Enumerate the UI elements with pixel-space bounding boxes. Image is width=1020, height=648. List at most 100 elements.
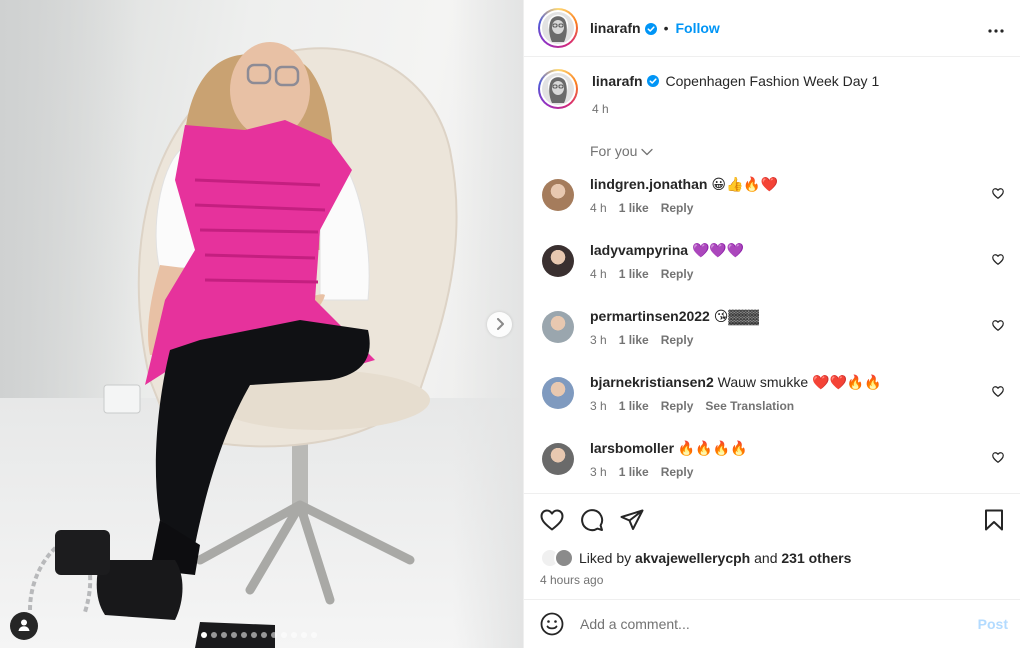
comment-text: 😘▓▓▓ (713, 308, 759, 324)
post-photo[interactable] (0, 0, 523, 648)
caption-avatar[interactable] (538, 69, 578, 109)
see-translation-button[interactable]: See Translation (705, 399, 794, 413)
comment-likes[interactable]: 1 like (619, 333, 649, 347)
caption: linarafn Copenhagen Fashion Week Day 1 4… (538, 69, 1004, 116)
verified-badge-icon (644, 22, 657, 35)
comment-like-heart-icon[interactable] (992, 384, 1004, 400)
carousel-dot (281, 632, 287, 638)
carousel-dot (211, 632, 217, 638)
reply-button[interactable]: Reply (661, 333, 694, 347)
comment-time[interactable]: 4 h (590, 267, 607, 281)
comment-likes[interactable]: 1 like (619, 465, 649, 479)
carousel-dot (241, 632, 247, 638)
carousel-indicator (201, 632, 317, 638)
caption-time[interactable]: 4 h (592, 102, 879, 116)
share-paper-plane-icon[interactable] (620, 509, 644, 531)
comment-like-heart-icon[interactable] (992, 186, 1004, 202)
posted-time[interactable]: 4 hours ago (540, 573, 1004, 587)
comment-time[interactable]: 3 h (590, 465, 607, 479)
commenter-avatar[interactable] (538, 439, 578, 479)
tags-button[interactable] (10, 612, 38, 640)
comment-text: 🔥🔥🔥🔥 (677, 440, 748, 456)
comment-time[interactable]: 3 h (590, 333, 607, 347)
owner-username[interactable]: linarafn (590, 20, 641, 36)
comment-like-heart-icon[interactable] (992, 252, 1004, 268)
commenter-avatar[interactable] (538, 241, 578, 281)
caption-text: Copenhagen Fashion Week Day 1 (665, 73, 880, 89)
comment-like-heart-icon[interactable] (992, 318, 1004, 334)
comment-row: bjarnekristiansen2 Wauw smukke ❤️❤️🔥🔥 3 h… (538, 367, 1004, 433)
comment-row: lindgren.jonathan 😀👍🔥❤️ 4 h 1 like Reply (538, 169, 1004, 235)
likes-middle: and (754, 550, 778, 566)
wall-outlet (103, 384, 141, 414)
comment-time[interactable]: 4 h (590, 201, 607, 215)
comment-time[interactable]: 3 h (590, 399, 607, 413)
commenter-avatar[interactable] (538, 307, 578, 347)
commenter-username[interactable]: permartinsen2022 (590, 308, 710, 324)
commenter-avatar[interactable] (538, 175, 578, 215)
verified-badge-icon (646, 74, 659, 87)
comment-like-heart-icon[interactable] (992, 450, 1004, 466)
comment-likes[interactable]: 1 like (619, 201, 649, 215)
liker-avatar (554, 548, 574, 568)
likes-prefix: Liked by (579, 550, 632, 566)
add-comment-bar: Post (524, 599, 1020, 648)
face (230, 42, 310, 138)
comment-text: 😀👍🔥❤️ (711, 176, 779, 192)
post-actions: Liked by akvajewellerycph and 231 others… (524, 493, 1020, 599)
follow-button[interactable]: Follow (675, 20, 719, 36)
comment-row: permartinsen2022 😘▓▓▓ 3 h 1 like Reply (538, 301, 1004, 367)
carousel-dot (301, 632, 307, 638)
handbag (55, 530, 110, 575)
post-side-panel: linarafn • Follow linarafn Copenhagen Fa… (523, 0, 1020, 648)
photo-scene (28, 42, 458, 648)
owner-avatar[interactable] (538, 8, 578, 48)
comment-bubble-icon[interactable] (580, 508, 604, 532)
commenter-avatar-image (542, 179, 574, 211)
commenter-username[interactable]: lindgren.jonathan (590, 176, 707, 192)
carousel-dot (231, 632, 237, 638)
more-options-icon[interactable] (988, 20, 1004, 36)
comment-text: Wauw smukke ❤️❤️🔥🔥 (717, 374, 882, 390)
commenter-username[interactable]: ladyvampyrina (590, 242, 688, 258)
commenter-username[interactable]: bjarnekristiansen2 (590, 374, 714, 390)
carousel-dot (201, 632, 207, 638)
comment-row: ladyvampyrina 💜💜💜 4 h 1 like Reply (538, 235, 1004, 301)
comment-input[interactable] (580, 616, 978, 632)
emoji-smiley-icon[interactable] (540, 612, 564, 636)
commenter-avatar-image (542, 311, 574, 343)
carousel-dot (261, 632, 267, 638)
like-heart-icon[interactable] (540, 509, 564, 531)
user-tag-icon (17, 618, 31, 635)
caption-username[interactable]: linarafn (592, 73, 643, 89)
comment-sort-dropdown[interactable]: For you (590, 143, 654, 159)
commenter-avatar[interactable] (538, 373, 578, 413)
comment-text: 💜💜💜 (691, 242, 745, 258)
comments-section[interactable]: linarafn Copenhagen Fashion Week Day 1 4… (524, 57, 1020, 493)
comment-row: larsbomoller 🔥🔥🔥🔥 3 h 1 like Reply (538, 433, 1004, 493)
reply-button[interactable]: Reply (661, 267, 694, 281)
commenter-avatar-image (542, 443, 574, 475)
likes-others-link[interactable]: 231 others (781, 550, 851, 566)
carousel-dot (221, 632, 227, 638)
commenter-username[interactable]: larsbomoller (590, 440, 674, 456)
owner-avatar-image (542, 12, 574, 44)
carousel-dot (291, 632, 297, 638)
commenter-avatar-image (542, 245, 574, 277)
chevron-down-icon (641, 143, 654, 159)
comment-likes[interactable]: 1 like (619, 399, 649, 413)
carousel-dot (311, 632, 317, 638)
comment-likes[interactable]: 1 like (619, 267, 649, 281)
reply-button[interactable]: Reply (661, 399, 694, 413)
post-header: linarafn • Follow (524, 0, 1020, 57)
carousel-dot (271, 632, 277, 638)
reply-button[interactable]: Reply (661, 465, 694, 479)
next-slide-button[interactable] (487, 312, 512, 337)
save-bookmark-icon[interactable] (984, 509, 1004, 531)
header-separator: • (663, 20, 669, 36)
post-comment-button[interactable]: Post (978, 616, 1008, 632)
chevron-right-icon (495, 317, 505, 333)
reply-button[interactable]: Reply (661, 201, 694, 215)
carousel-dot (251, 632, 257, 638)
liker-username[interactable]: akvajewellerycph (635, 550, 750, 566)
